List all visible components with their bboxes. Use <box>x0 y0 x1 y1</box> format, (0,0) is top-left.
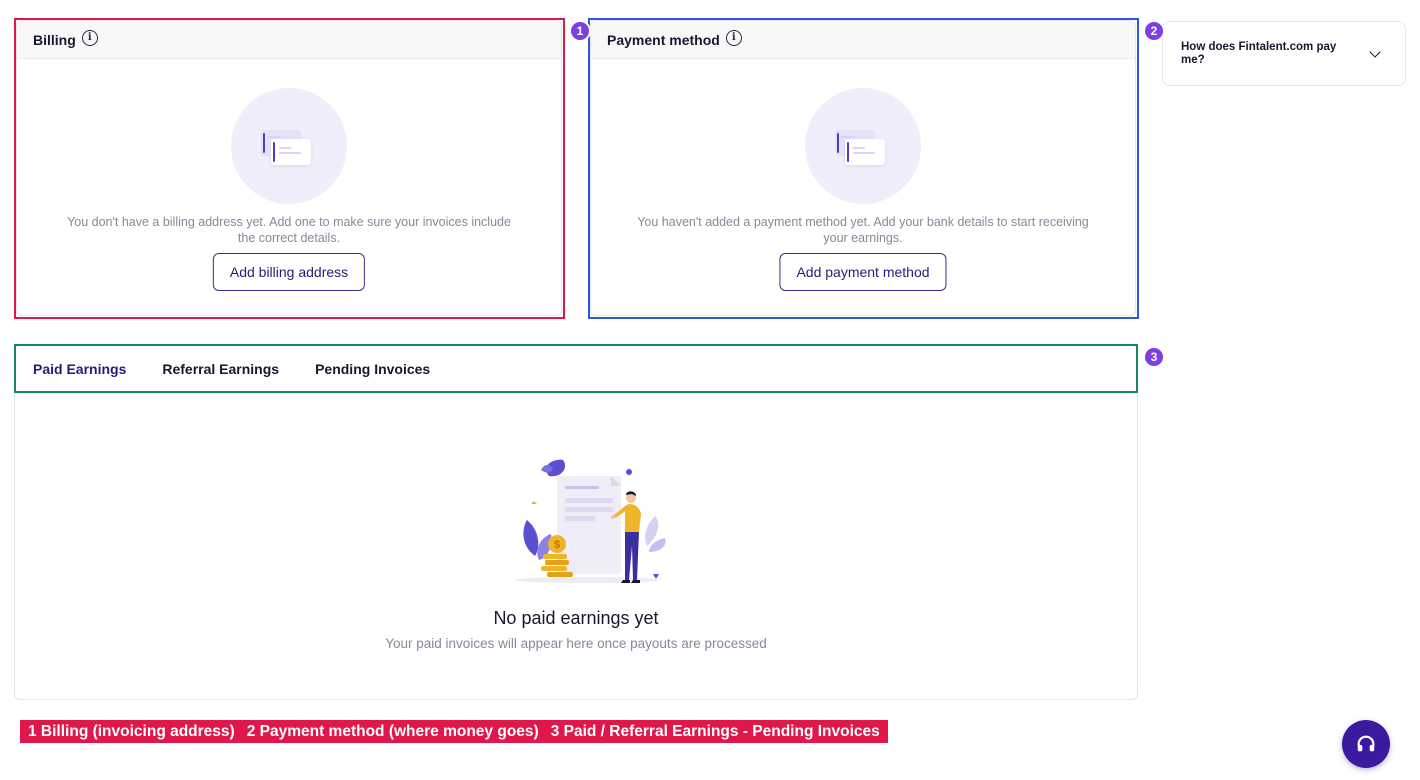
payment-card: Payment method i You haven't added a pay… <box>590 20 1136 316</box>
faq-how-paid[interactable]: How does Fintalent.com pay me? <box>1162 21 1406 86</box>
annotation-badge-2: 2 <box>1143 20 1165 42</box>
earnings-tabs: Paid Earnings Referral Earnings Pending … <box>15 346 1137 393</box>
billing-card: Billing i You don't have a billing addre… <box>16 20 562 316</box>
tab-referral-earnings[interactable]: Referral Earnings <box>146 346 295 392</box>
billing-empty-text: You don't have a billing address yet. Ad… <box>67 215 511 245</box>
legend-item-payment: 2 Payment method (where money goes) <box>246 722 539 740</box>
annotation-legend: 1 Billing (invoicing address) 2 Payment … <box>20 720 888 743</box>
billing-empty-illustration <box>231 88 347 204</box>
legend-item-billing: 1 Billing (invoicing address) <box>28 722 235 740</box>
legend-item-earnings: 3 Paid / Referral Earnings - Pending Inv… <box>550 722 880 740</box>
payment-empty-text: You haven't added a payment method yet. … <box>637 215 1089 245</box>
help-button[interactable] <box>1342 720 1390 768</box>
payment-title: Payment method <box>607 31 720 48</box>
documents-icon <box>835 130 887 166</box>
info-icon[interactable]: i <box>81 29 98 46</box>
earnings-card: Paid Earnings Referral Earnings Pending … <box>14 345 1138 700</box>
faq-question: How does Fintalent.com pay me? <box>1181 40 1337 66</box>
chevron-down-icon <box>1369 46 1381 58</box>
tab-pending-invoices[interactable]: Pending Invoices <box>299 346 446 392</box>
empty-earnings-subtitle: Your paid invoices will appear here once… <box>385 636 767 651</box>
add-payment-method-button[interactable]: Add payment method <box>779 253 947 291</box>
billing-header: Billing i <box>17 21 561 59</box>
billing-title: Billing <box>33 31 76 48</box>
documents-icon <box>261 130 313 166</box>
annotation-badge-1: 1 <box>569 20 591 42</box>
annotation-badge-3: 3 <box>1143 346 1165 368</box>
info-icon[interactable]: i <box>725 29 742 46</box>
payment-header: Payment method i <box>591 21 1135 59</box>
payment-empty-illustration <box>805 88 921 204</box>
empty-earnings-title: No paid earnings yet <box>493 608 659 628</box>
tab-paid-earnings[interactable]: Paid Earnings <box>17 346 143 393</box>
empty-earnings-illustration: $ <box>515 459 666 583</box>
add-billing-address-button[interactable]: Add billing address <box>212 253 366 291</box>
svg-text:$: $ <box>554 539 560 551</box>
headset-icon <box>1357 735 1375 752</box>
